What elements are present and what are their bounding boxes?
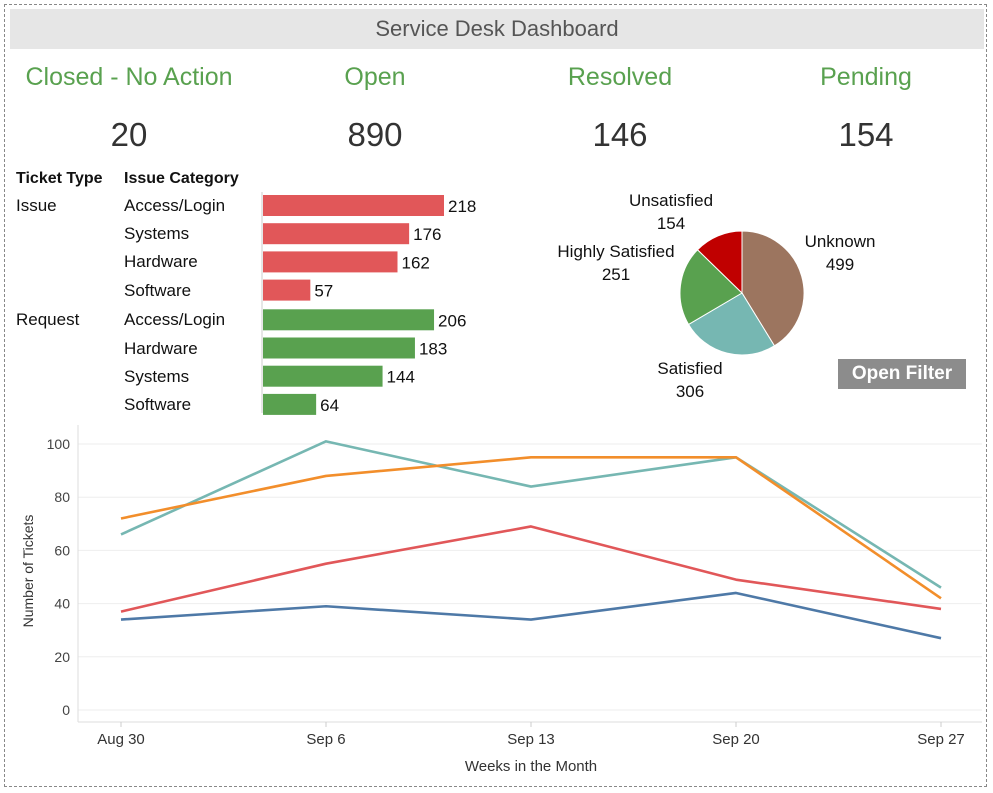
- x-tick-label: Sep 27: [917, 731, 965, 748]
- y-tick-label: 60: [54, 542, 70, 558]
- x-tick-label: Sep 20: [712, 731, 760, 748]
- series-line: [120, 591, 942, 640]
- x-tick-label: Sep 6: [306, 731, 345, 748]
- series-line: [120, 525, 942, 613]
- weekly-tickets-line-chart: 0 20 40 60 80 100 Aug 30 Sep 6 Sep 13 Sep 20 Sep 2…: [20, 425, 982, 775]
- y-tick-label: 80: [54, 489, 70, 505]
- x-tick-label: Aug 30: [97, 731, 145, 748]
- x-tick-label: Sep 13: [507, 731, 555, 748]
- y-tick-label: 100: [47, 436, 71, 452]
- x-axis-title: Weeks in the Month: [465, 758, 597, 775]
- y-tick-label: 0: [62, 702, 70, 718]
- y-axis-title: Number of Tickets: [20, 515, 36, 628]
- y-tick-label: 20: [54, 649, 70, 665]
- y-tick-label: 40: [54, 596, 70, 612]
